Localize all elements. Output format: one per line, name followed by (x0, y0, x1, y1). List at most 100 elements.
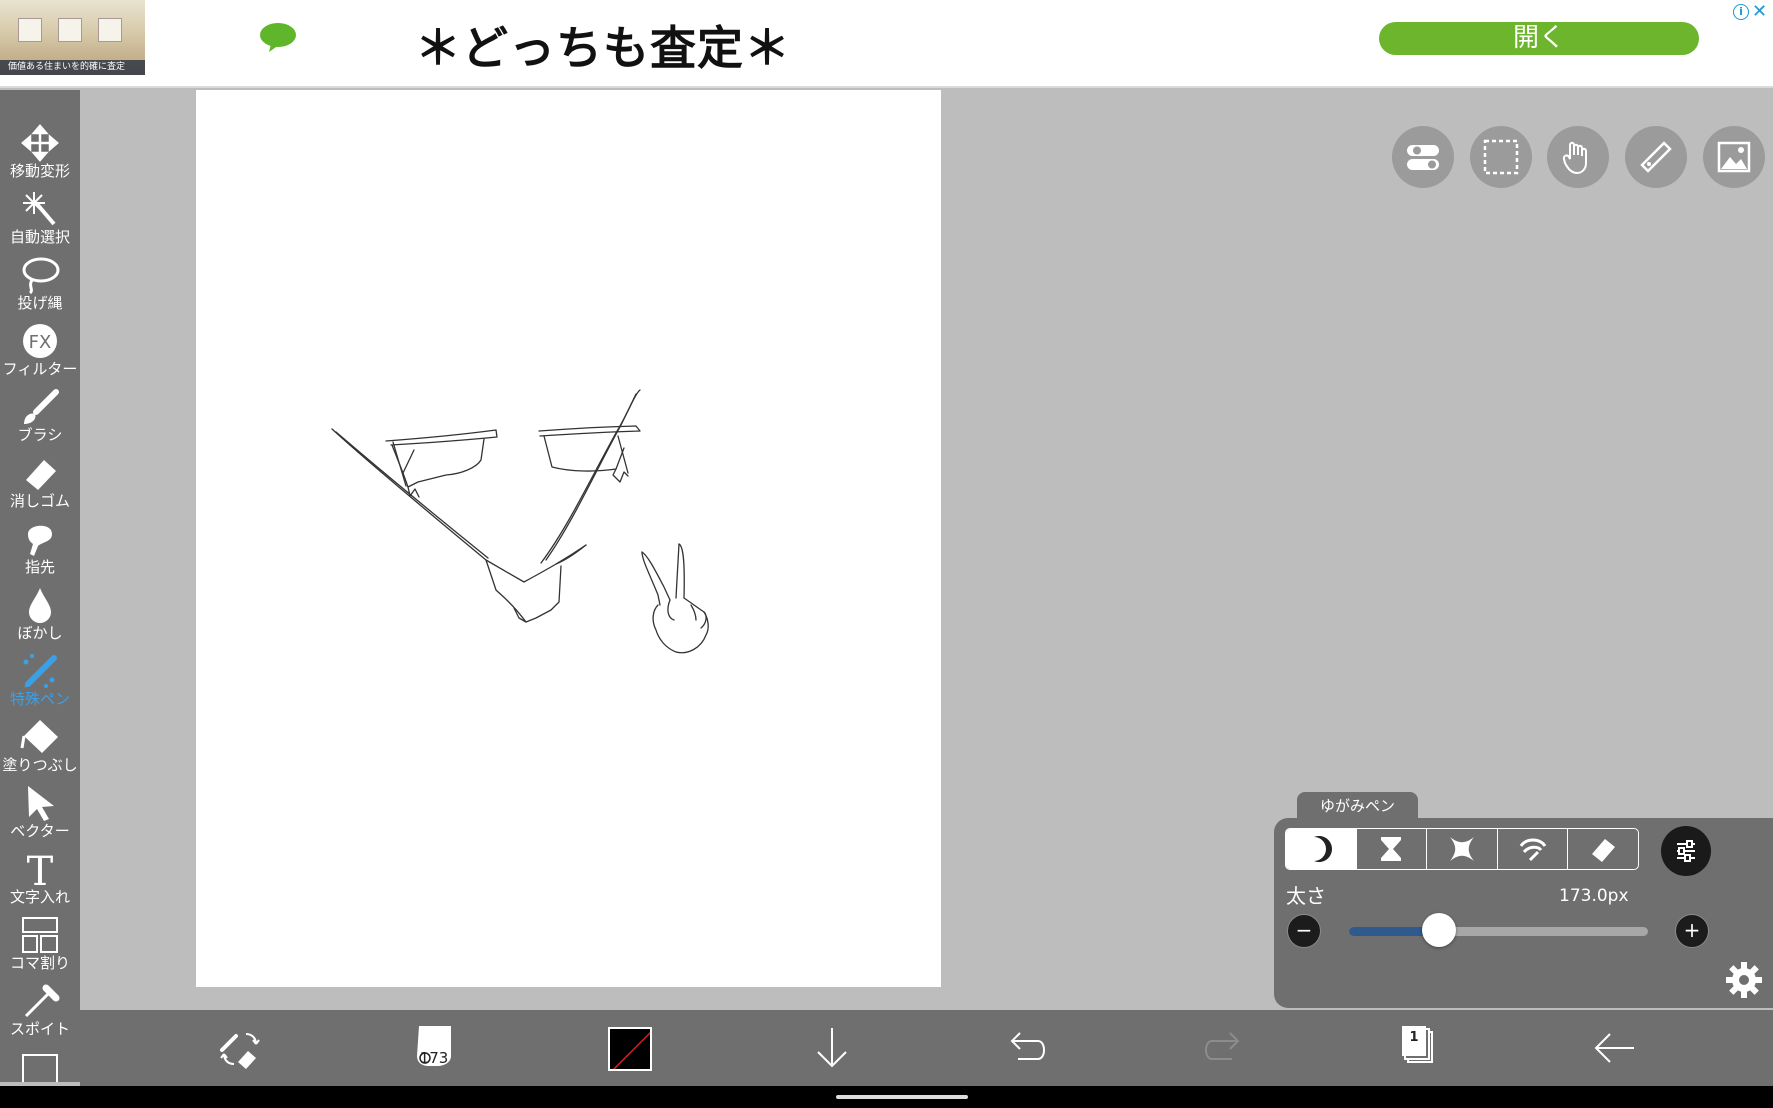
tool-finger[interactable]: 指先 (0, 520, 80, 584)
tool-label: コマ割り (9, 954, 70, 972)
tool-text[interactable]: T 文字入れ (0, 850, 80, 914)
tool-brush[interactable]: ブラシ (0, 388, 80, 452)
ad-headline[interactable]: ＊どっちも査定＊ (415, 12, 791, 78)
hourglass-icon (1381, 837, 1402, 861)
close-icon[interactable]: ✕ (1752, 1, 1767, 22)
tool-special-pen[interactable]: 特殊ペン (0, 652, 80, 716)
home-gesture-pill[interactable] (836, 1095, 968, 1099)
info-icon[interactable]: i (1733, 4, 1749, 20)
color-swatch[interactable] (608, 1027, 652, 1071)
ad-thumb-caption: 価値ある住まいを的確に査定 (0, 60, 145, 75)
tool-label: ぼかし (17, 624, 63, 642)
brush-type-eraser[interactable] (1568, 829, 1638, 869)
hand-tool-button[interactable] (1547, 126, 1609, 188)
ad-banner[interactable]: 価値ある住まいを的確に査定 ＊どっちも査定＊ 開く i ✕ (0, 0, 1773, 88)
tool-label: ベクター (10, 822, 70, 840)
fx-icon: FX (23, 324, 57, 358)
ruler-button[interactable] (1625, 126, 1687, 188)
brush-size-number: 173 (419, 1049, 449, 1067)
crescent-icon (1313, 836, 1332, 862)
back-button[interactable] (1590, 1024, 1640, 1072)
brush-type-pinch[interactable] (1427, 829, 1498, 869)
size-increase-button[interactable]: + (1675, 914, 1709, 948)
sliders-icon (1677, 840, 1695, 862)
tool-label: フィルター (2, 360, 78, 378)
tool-frame[interactable]: コマ割り (0, 916, 80, 980)
arrow-left-icon (1594, 1033, 1634, 1063)
magic-wand-icon (23, 192, 56, 226)
redo-icon (1205, 1032, 1240, 1060)
tool-vector[interactable]: ベクター (0, 784, 80, 848)
tool-label: 塗りつぶし (2, 756, 78, 774)
tool-label: 指先 (24, 558, 55, 576)
app-root: 価値ある住まいを的確に査定 ＊どっちも査定＊ 開く i ✕ 移動変形 自動選択 … (0, 0, 1773, 1108)
special-pen-icon (23, 654, 57, 688)
eyedropper-icon (24, 984, 60, 1018)
tool-blur[interactable]: ぼかし (0, 586, 80, 650)
brush-settings-button[interactable] (1661, 826, 1711, 876)
layer-count: 1 (1409, 1030, 1419, 1045)
ad-thumb-window (98, 18, 122, 42)
ruler-icon (1640, 141, 1672, 173)
size-slider-track[interactable] (1349, 927, 1648, 936)
material-button[interactable] (1703, 126, 1765, 188)
toggle-switches-icon (1407, 145, 1439, 170)
arrow-down-icon (817, 1028, 847, 1068)
undo-button[interactable] (1002, 1024, 1052, 1072)
gear-icon[interactable] (1724, 960, 1764, 1000)
redo-button[interactable] (1198, 1024, 1248, 1072)
tool-label: 自動選択 (9, 228, 70, 246)
tool-fill[interactable]: 塗りつぶし (0, 718, 80, 782)
tool-move[interactable]: 移動変形 (0, 124, 80, 188)
selection-button[interactable] (1470, 126, 1532, 188)
brush-size-button[interactable]: 173 (409, 1024, 459, 1072)
brush-name-tab[interactable]: ゆがみペン (1297, 792, 1418, 820)
image-icon (1717, 141, 1751, 173)
layers-button[interactable]: 1 (1392, 1024, 1442, 1072)
left-toolbar: 移動変形 自動選択 投げ縄 FX フィルター ブラシ 消しゴム 指先 ぼかし 特… (0, 90, 80, 1082)
tool-label: 移動変形 (9, 162, 70, 180)
tool-label: 消しゴム (9, 492, 70, 510)
tool-label: スポイト (9, 1020, 70, 1038)
bucket-icon (20, 720, 58, 753)
ad-open-button[interactable]: 開く (1379, 22, 1699, 55)
tool-eyedropper[interactable]: スポイト (0, 982, 80, 1046)
chat-bubble-icon (260, 23, 296, 52)
toggle-settings-button[interactable] (1392, 126, 1454, 188)
size-label: 太さ (1286, 884, 1326, 908)
tool-filter[interactable]: FX フィルター (0, 322, 80, 386)
blur-drop-icon (29, 588, 51, 623)
eraser-icon (1592, 839, 1616, 862)
tool-eraser[interactable]: 消しゴム (0, 454, 80, 518)
layer-merge-down-button[interactable] (807, 1024, 857, 1072)
vector-arrow-icon (28, 786, 54, 821)
swap-pen-eraser-icon (220, 1033, 260, 1069)
drawing-canvas[interactable] (196, 90, 941, 987)
more-tools-hint[interactable] (22, 1054, 58, 1082)
size-decrease-button[interactable]: − (1287, 914, 1321, 948)
brush-type-crescent[interactable] (1286, 829, 1357, 869)
brush-type-hourglass[interactable] (1357, 829, 1428, 869)
brush-panel: 太さ 173.0px − + (1274, 818, 1773, 1008)
brush-type-selector (1285, 828, 1639, 870)
text-icon: T (27, 850, 54, 888)
move-icon (21, 124, 59, 162)
dashed-selection-icon (1483, 139, 1519, 175)
tool-label: 投げ縄 (17, 294, 63, 312)
pinch-icon (1449, 837, 1474, 861)
brush-type-swirl[interactable] (1498, 829, 1569, 869)
ad-thumbnail[interactable]: 価値ある住まいを的確に査定 (0, 0, 145, 75)
size-value: 173.0px (1559, 886, 1629, 906)
ad-thumb-window (18, 18, 42, 42)
tool-lasso[interactable]: 投げ縄 (0, 256, 80, 320)
svg-text:FX: FX (29, 332, 52, 353)
undo-icon (1010, 1032, 1045, 1060)
swap-brush-eraser-button[interactable] (216, 1024, 266, 1072)
tool-magic-wand[interactable]: 自動選択 (0, 190, 80, 254)
svg-text:T: T (27, 850, 54, 888)
size-slider-thumb[interactable] (1421, 913, 1456, 947)
swirl-icon (1519, 838, 1546, 862)
hand-icon (1562, 141, 1587, 175)
finger-icon (28, 525, 52, 556)
tool-label: 文字入れ (9, 888, 70, 906)
